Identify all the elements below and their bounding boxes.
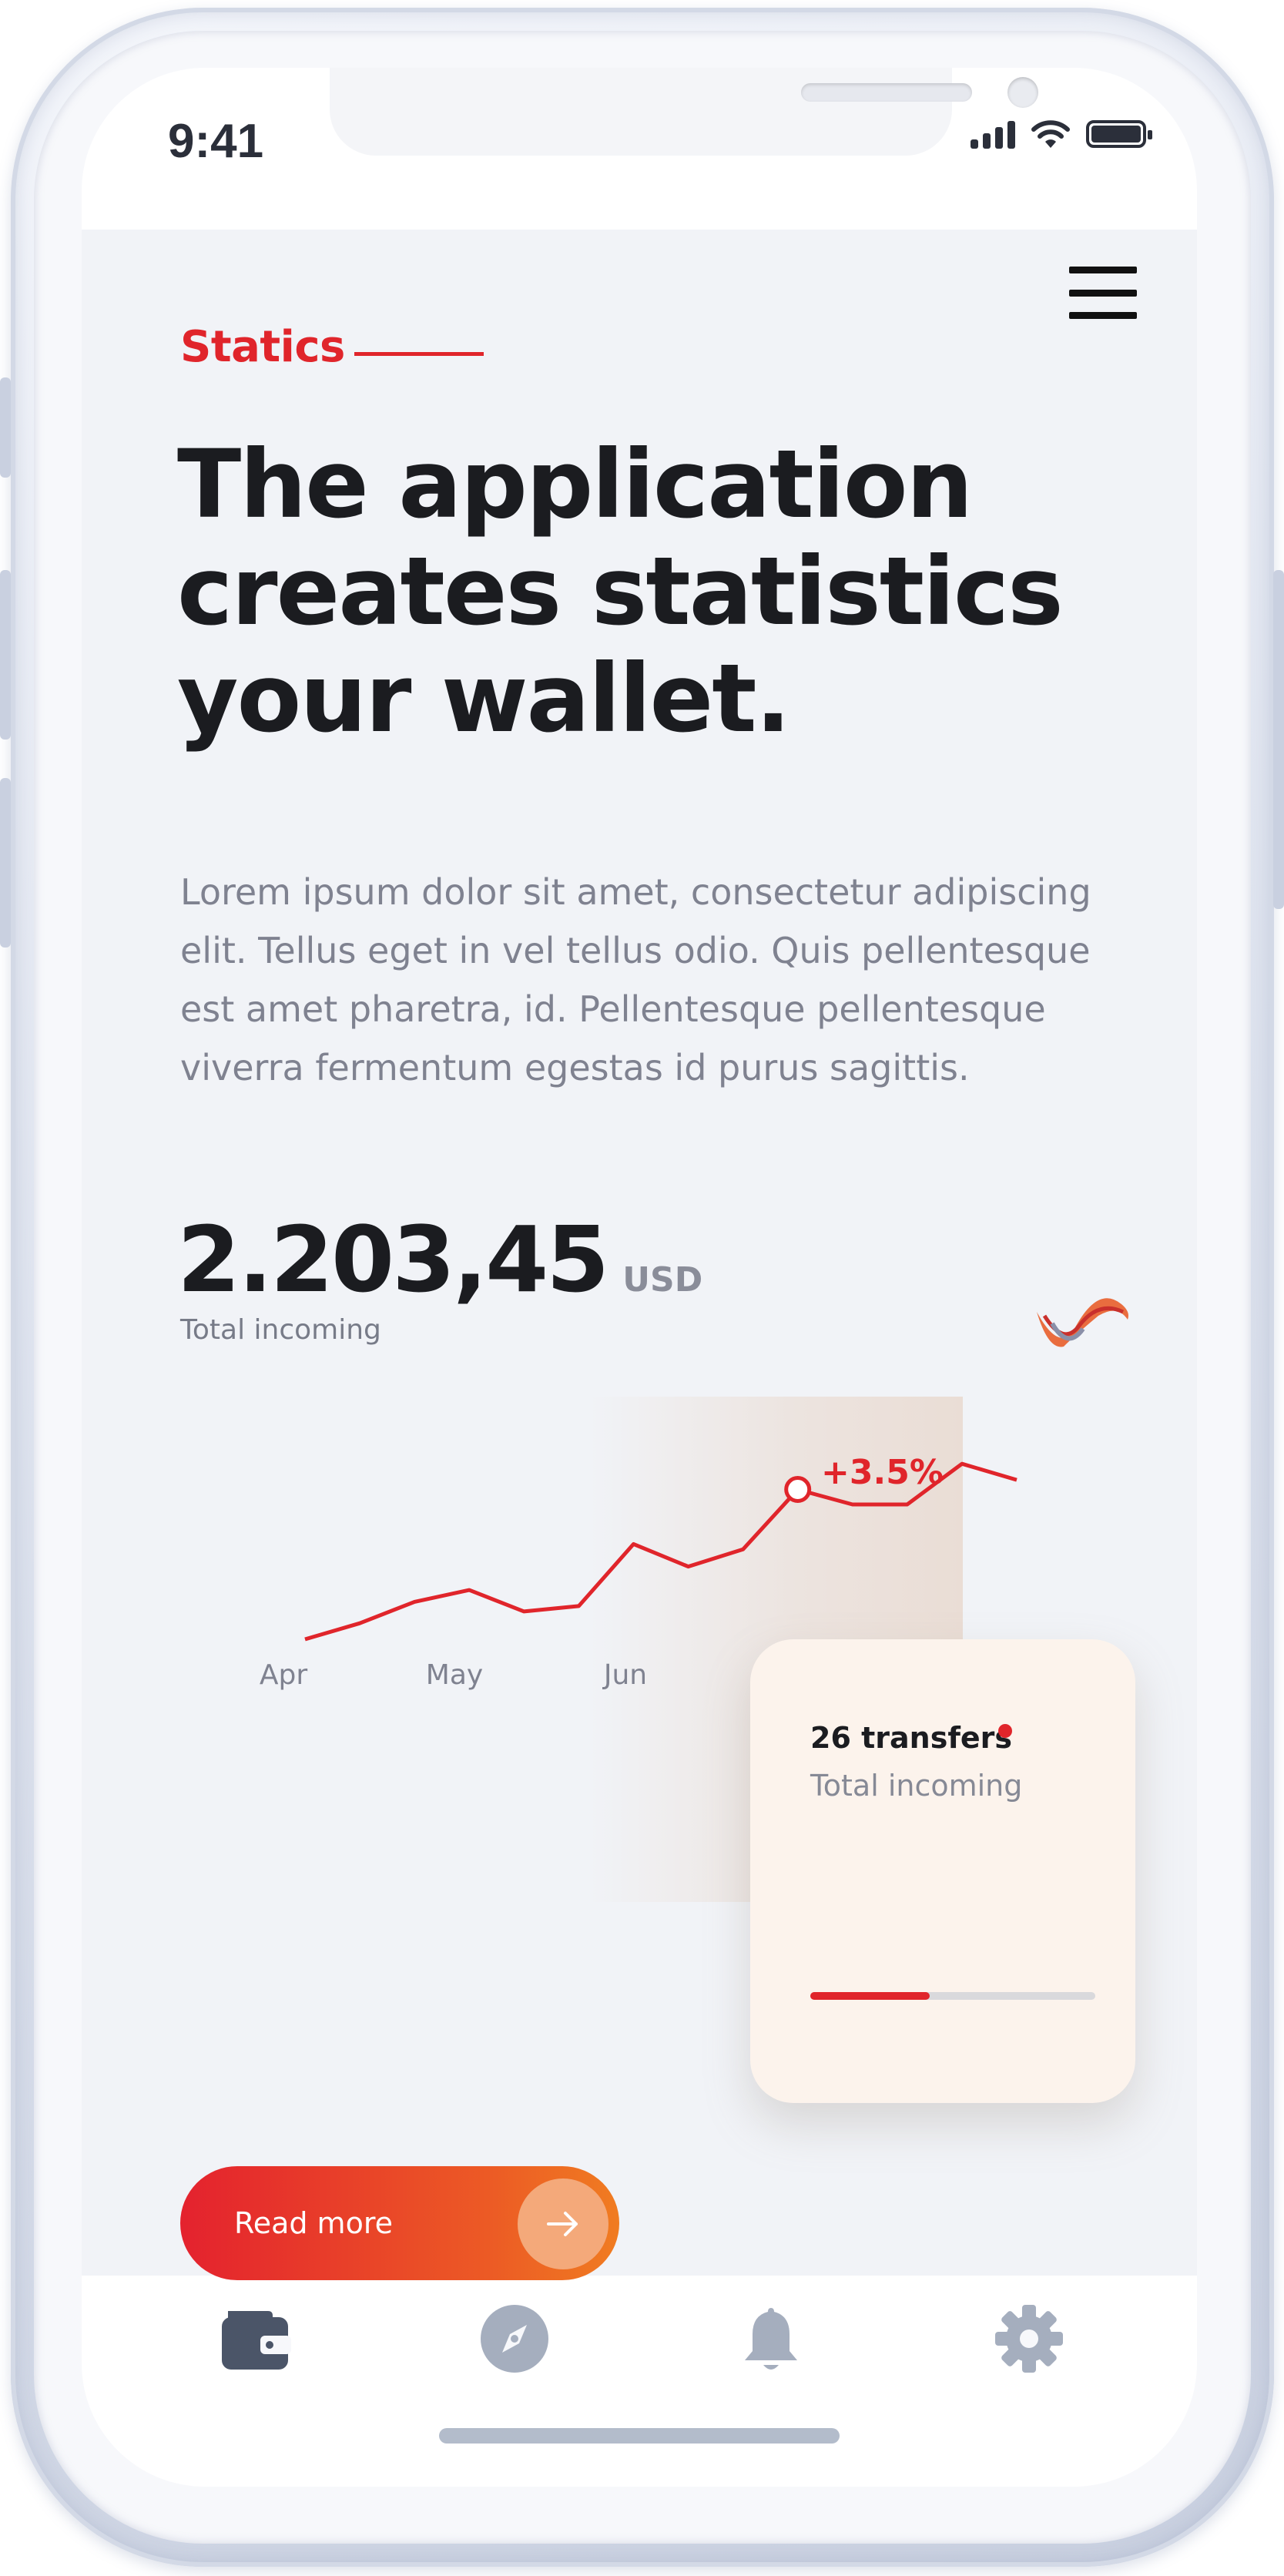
x-tick-label: Apr xyxy=(260,1659,307,1691)
status-dot xyxy=(998,1724,1012,1738)
x-tick-label: Jun xyxy=(602,1659,647,1691)
eyebrow-underline xyxy=(354,352,484,356)
transfers-card[interactable]: 26 transfers Total incoming xyxy=(750,1639,1135,2103)
home-indicator[interactable] xyxy=(439,2428,840,2444)
battery-icon xyxy=(1086,120,1152,148)
tab-explore[interactable] xyxy=(476,2300,553,2377)
phone-volume-down xyxy=(0,778,11,948)
main-content: Statics The application creates statisti… xyxy=(82,230,1197,2280)
cellular-signal-icon xyxy=(971,119,1015,149)
description-line: est amet pharetra, id. Pellentesque pell… xyxy=(180,988,1046,1030)
phone-mute-switch xyxy=(0,377,11,478)
page-title: The application creates statistics your … xyxy=(177,431,1140,753)
headline-line: The application xyxy=(177,430,973,539)
status-time: 9:41 xyxy=(168,115,264,168)
bell-icon xyxy=(745,2308,797,2370)
tab-settings[interactable] xyxy=(991,2300,1068,2377)
balance-amount: 2.203,45 xyxy=(177,1206,609,1313)
headline-line: your wallet. xyxy=(177,644,791,753)
progress-fill xyxy=(810,1992,930,2000)
phone-volume-up xyxy=(0,570,11,740)
progress-track xyxy=(810,1992,1095,2000)
section-eyebrow: Statics xyxy=(180,322,484,372)
compass-icon xyxy=(481,2305,548,2373)
card-subtitle: Total incoming xyxy=(810,1769,1023,1803)
balance-row: 2.203,45 USD xyxy=(177,1206,702,1313)
arrow-right-icon xyxy=(518,2179,608,2269)
phone-screen: 9:41 Statics The application creates sta… xyxy=(82,68,1197,2487)
earpiece-speaker xyxy=(801,83,972,102)
description-line: viverra fermentum egestas id purus sagit… xyxy=(180,1047,970,1088)
read-more-label: Read more xyxy=(234,2206,393,2240)
phone-power-button xyxy=(1273,570,1284,909)
hamburger-menu-icon[interactable] xyxy=(1069,267,1137,319)
webex-studio-watermark xyxy=(1037,1298,1128,1347)
balance-currency: USD xyxy=(622,1260,703,1300)
highlight-point[interactable] xyxy=(784,1476,812,1504)
wallet-icon xyxy=(222,2311,291,2370)
description-line: elit. Tellus eget in vel tellus odio. Qu… xyxy=(180,930,1091,971)
status-icons xyxy=(971,119,1152,149)
notch xyxy=(330,68,1038,156)
eyebrow-label: Statics xyxy=(180,322,345,372)
description-line: Lorem ipsum dolor sit amet, consectetur … xyxy=(180,871,1091,913)
read-more-button[interactable]: Read more xyxy=(180,2166,619,2280)
description-paragraph: Lorem ipsum dolor sit amet, consectetur … xyxy=(180,863,1158,1097)
x-tick-label: May xyxy=(426,1659,483,1691)
wifi-icon xyxy=(1031,120,1070,148)
chart-change-label: +3.5% xyxy=(821,1453,944,1492)
tab-wallet[interactable] xyxy=(216,2300,293,2377)
front-camera xyxy=(1007,77,1038,108)
tab-notifications[interactable] xyxy=(733,2300,810,2377)
headline-line: creates statistics xyxy=(177,537,1064,646)
card-title: 26 transfers xyxy=(810,1721,1012,1755)
balance-caption: Total incoming xyxy=(180,1314,381,1346)
gear-icon xyxy=(995,2305,1063,2373)
bottom-tab-bar xyxy=(82,2277,1197,2416)
